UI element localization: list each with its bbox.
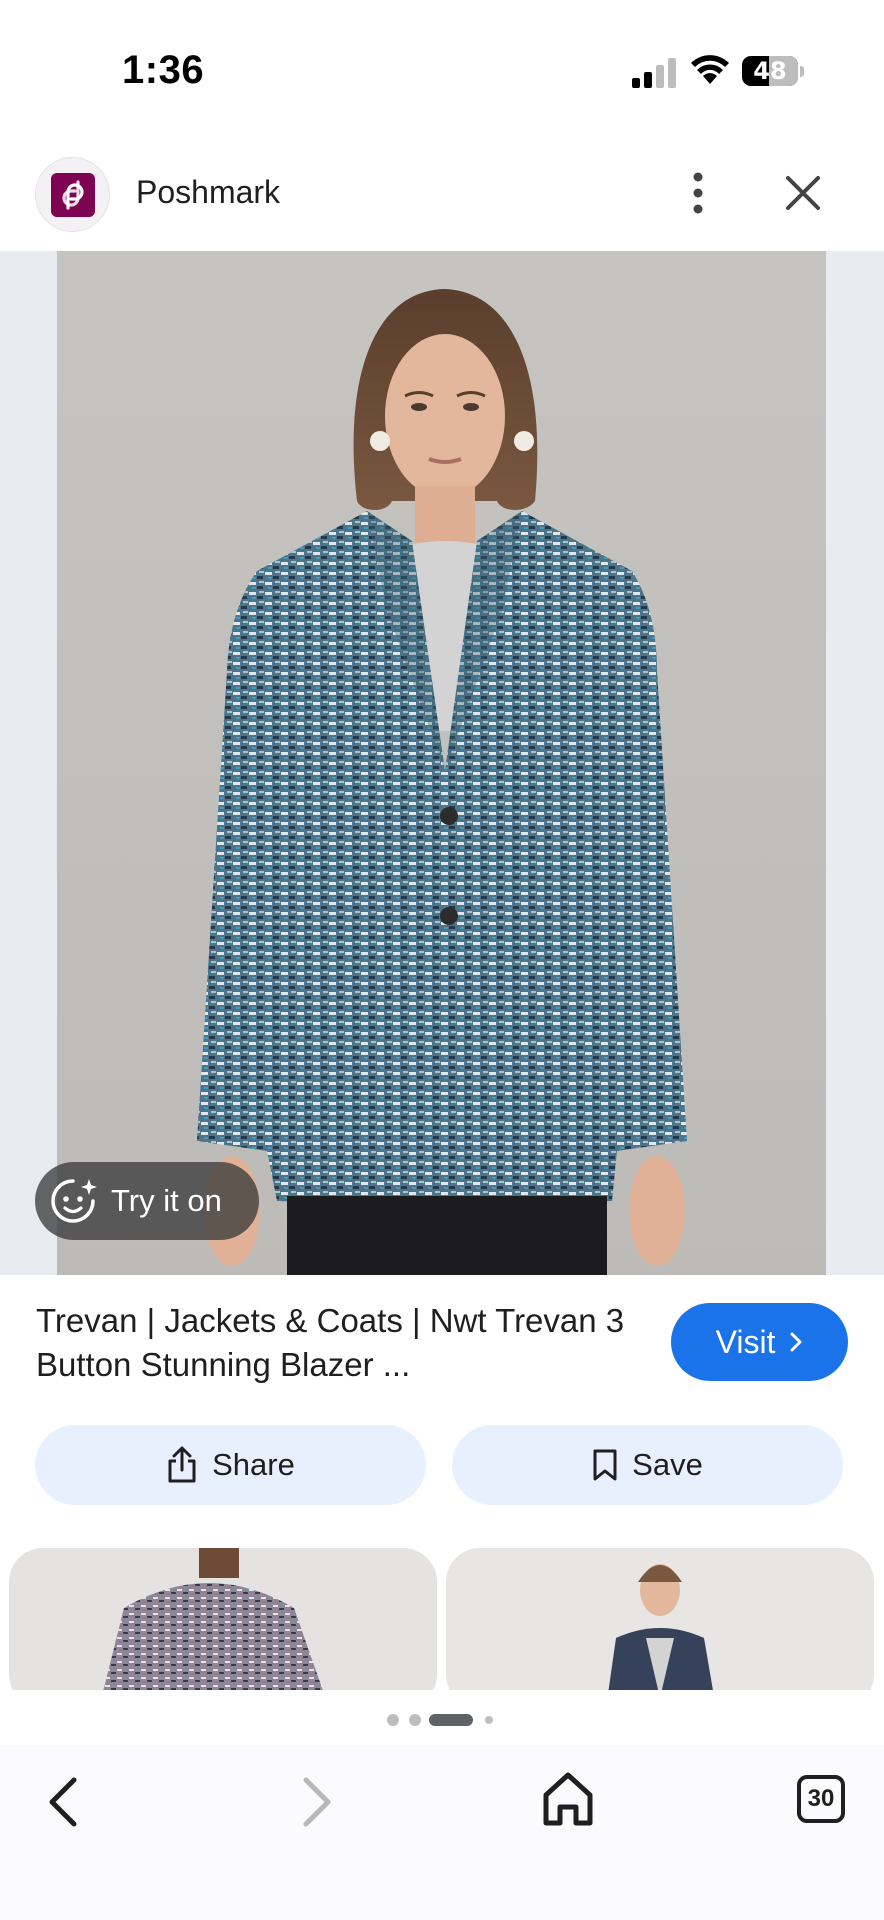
site-name[interactable]: Poshmark xyxy=(136,174,280,211)
related-image-2[interactable] xyxy=(446,1548,874,1690)
product-info-row: Trevan | Jackets & Coats | Nwt Trevan 3 … xyxy=(0,1275,884,1400)
share-icon xyxy=(168,1446,196,1483)
site-header: Poshmark xyxy=(0,150,884,250)
try-it-on-label: Try it on xyxy=(111,1183,222,1218)
visit-button[interactable]: Visit xyxy=(671,1303,848,1381)
try-it-on-button[interactable]: Try it on xyxy=(35,1162,259,1240)
status-time: 1:36 xyxy=(122,48,205,92)
save-label: Save xyxy=(632,1447,703,1482)
home-icon[interactable] xyxy=(540,1769,596,1829)
bottom-nav: 30 xyxy=(0,1745,884,1920)
page-indicator xyxy=(387,1714,493,1726)
battery-level: 48 xyxy=(753,57,787,85)
close-icon[interactable] xyxy=(778,168,828,218)
face-sparkle-icon xyxy=(51,1179,97,1223)
product-title[interactable]: Trevan | Jackets & Coats | Nwt Trevan 3 … xyxy=(36,1299,656,1387)
back-icon[interactable] xyxy=(40,1772,90,1832)
main-image-area: Try it on xyxy=(0,251,884,1275)
wifi-icon xyxy=(691,55,729,84)
save-button[interactable]: Save xyxy=(452,1425,843,1505)
forward-icon[interactable] xyxy=(290,1772,340,1832)
poshmark-logo-icon xyxy=(35,157,110,232)
product-image[interactable] xyxy=(57,251,826,1275)
signal-icon xyxy=(632,58,676,88)
visit-label: Visit xyxy=(715,1323,776,1360)
tab-count: 30 xyxy=(807,1785,835,1812)
tabs-icon[interactable]: 30 xyxy=(797,1775,845,1823)
battery-icon: 48 xyxy=(742,54,804,88)
bookmark-icon xyxy=(593,1449,617,1481)
more-vert-icon[interactable] xyxy=(676,168,720,218)
share-button[interactable]: Share xyxy=(35,1425,426,1505)
share-label: Share xyxy=(212,1447,295,1482)
related-image-1[interactable] xyxy=(9,1548,437,1690)
chevron-right-icon xyxy=(790,1332,802,1352)
status-bar: 1:36 48 xyxy=(0,0,884,140)
related-results xyxy=(0,1548,884,1690)
